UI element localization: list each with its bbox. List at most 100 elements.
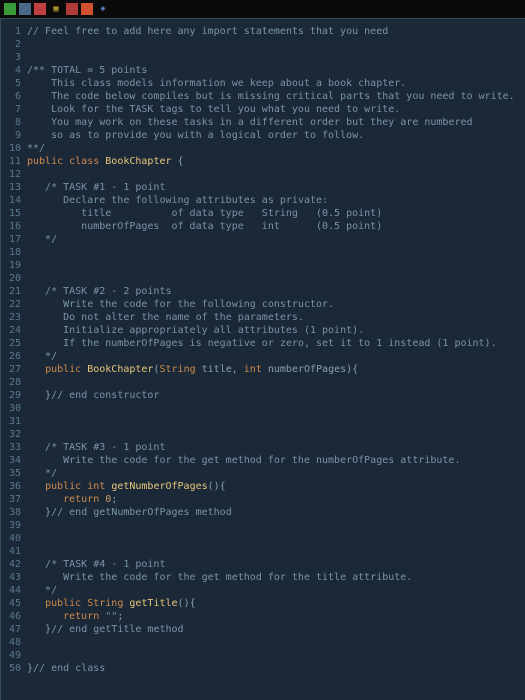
- code-area[interactable]: // Feel free to add here any import stat…: [27, 25, 525, 700]
- taskbar-icon[interactable]: [34, 3, 46, 15]
- code-line[interactable]: [27, 246, 525, 259]
- line-number: 41: [1, 545, 21, 558]
- line-number: 29: [1, 389, 21, 402]
- code-line[interactable]: /* TASK #2 - 2 points: [27, 285, 525, 298]
- code-line[interactable]: numberOfPages of data type int (0.5 poin…: [27, 220, 525, 233]
- code-token: If the numberOfPages is negative or zero…: [27, 338, 497, 349]
- code-line[interactable]: }// end class: [27, 662, 525, 675]
- code-line[interactable]: */: [27, 467, 525, 480]
- code-line[interactable]: Look for the TASK tags to tell you what …: [27, 103, 525, 116]
- code-line[interactable]: Write the code for the following constru…: [27, 298, 525, 311]
- code-line[interactable]: Write the code for the get method for th…: [27, 571, 525, 584]
- line-number: 33: [1, 441, 21, 454]
- code-line[interactable]: [27, 649, 525, 662]
- code-line[interactable]: [27, 415, 525, 428]
- code-token: /* TASK #4 - 1 point: [27, 559, 165, 570]
- code-line[interactable]: [27, 519, 525, 532]
- line-number: 30: [1, 402, 21, 415]
- line-number: 10: [1, 142, 21, 155]
- code-line[interactable]: title of data type String (0.5 point): [27, 207, 525, 220]
- code-line[interactable]: /** TOTAL = 5 points: [27, 64, 525, 77]
- code-line[interactable]: [27, 272, 525, 285]
- code-line[interactable]: **/: [27, 142, 525, 155]
- line-number: 42: [1, 558, 21, 571]
- code-token: ;: [111, 494, 117, 505]
- code-token: Write the code for the get method for th…: [27, 455, 460, 466]
- line-number: 18: [1, 246, 21, 259]
- line-number: 47: [1, 623, 21, 636]
- code-line[interactable]: return "";: [27, 610, 525, 623]
- code-line[interactable]: return 0;: [27, 493, 525, 506]
- code-line[interactable]: [27, 636, 525, 649]
- code-line[interactable]: [27, 402, 525, 415]
- line-number: 36: [1, 480, 21, 493]
- code-line[interactable]: public class BookChapter {: [27, 155, 525, 168]
- taskbar-icon[interactable]: [66, 3, 78, 15]
- code-line[interactable]: If the numberOfPages is negative or zero…: [27, 337, 525, 350]
- line-number: 49: [1, 649, 21, 662]
- code-line[interactable]: */: [27, 350, 525, 363]
- code-line[interactable]: [27, 51, 525, 64]
- code-editor[interactable]: 1234567891011121314151617181920212223242…: [0, 18, 525, 700]
- line-number: 44: [1, 584, 21, 597]
- code-token: String: [87, 598, 129, 609]
- code-token: // end getNumberOfPages method: [51, 507, 232, 518]
- line-number: 4: [1, 64, 21, 77]
- code-line[interactable]: /* TASK #1 - 1 point: [27, 181, 525, 194]
- code-token: You may work on these tasks in a differe…: [27, 117, 473, 128]
- code-line[interactable]: [27, 168, 525, 181]
- code-line[interactable]: }// end constructor: [27, 389, 525, 402]
- code-line[interactable]: [27, 545, 525, 558]
- code-line[interactable]: You may work on these tasks in a differe…: [27, 116, 525, 129]
- code-line[interactable]: // Feel free to add here any import stat…: [27, 25, 525, 38]
- code-line[interactable]: Write the code for the get method for th…: [27, 454, 525, 467]
- line-number: 25: [1, 337, 21, 350]
- taskbar-icon[interactable]: [4, 3, 16, 15]
- line-number: 31: [1, 415, 21, 428]
- code-line[interactable]: This class models information we keep ab…: [27, 77, 525, 90]
- code-token: public class: [27, 156, 105, 167]
- code-line[interactable]: [27, 38, 525, 51]
- code-line[interactable]: The code below compiles but is missing c…: [27, 90, 525, 103]
- code-line[interactable]: /* TASK #3 - 1 point: [27, 441, 525, 454]
- code-line[interactable]: [27, 376, 525, 389]
- taskbar-icon[interactable]: ▣: [49, 2, 63, 16]
- code-line[interactable]: public int getNumberOfPages(){: [27, 480, 525, 493]
- code-token: /* TASK #3 - 1 point: [27, 442, 165, 453]
- line-number: 15: [1, 207, 21, 220]
- code-token: [27, 481, 45, 492]
- code-line[interactable]: Declare the following attributes as priv…: [27, 194, 525, 207]
- taskbar-icon[interactable]: [81, 3, 93, 15]
- code-token: numberOfPages of data type int (0.5 poin…: [27, 221, 382, 232]
- code-token: // end constructor: [51, 390, 159, 401]
- line-number: 14: [1, 194, 21, 207]
- code-token: }: [27, 507, 51, 518]
- code-line[interactable]: */: [27, 233, 525, 246]
- line-number: 22: [1, 298, 21, 311]
- line-number: 28: [1, 376, 21, 389]
- code-line[interactable]: Do not alter the name of the parameters.: [27, 311, 525, 324]
- taskbar-icon[interactable]: ◈: [96, 2, 110, 16]
- code-line[interactable]: Initialize appropriately all attributes …: [27, 324, 525, 337]
- line-number: 37: [1, 493, 21, 506]
- taskbar-icon[interactable]: [19, 3, 31, 15]
- line-number: 48: [1, 636, 21, 649]
- code-line[interactable]: /* TASK #4 - 1 point: [27, 558, 525, 571]
- code-token: "": [105, 611, 117, 622]
- code-line[interactable]: */: [27, 584, 525, 597]
- code-line[interactable]: [27, 532, 525, 545]
- code-token: Write the code for the following constru…: [27, 299, 334, 310]
- code-line[interactable]: }// end getNumberOfPages method: [27, 506, 525, 519]
- code-token: [27, 364, 45, 375]
- code-token: /* TASK #1 - 1 point: [27, 182, 165, 193]
- code-line[interactable]: public BookChapter(String title, int num…: [27, 363, 525, 376]
- line-number: 5: [1, 77, 21, 90]
- code-line[interactable]: [27, 259, 525, 272]
- code-token: /* TASK #2 - 2 points: [27, 286, 172, 297]
- line-number: 1: [1, 25, 21, 38]
- code-line[interactable]: }// end getTitle method: [27, 623, 525, 636]
- code-line[interactable]: [27, 428, 525, 441]
- code-line[interactable]: so as to provide you with a logical orde…: [27, 129, 525, 142]
- code-token: Do not alter the name of the parameters.: [27, 312, 304, 323]
- code-line[interactable]: public String getTitle(){: [27, 597, 525, 610]
